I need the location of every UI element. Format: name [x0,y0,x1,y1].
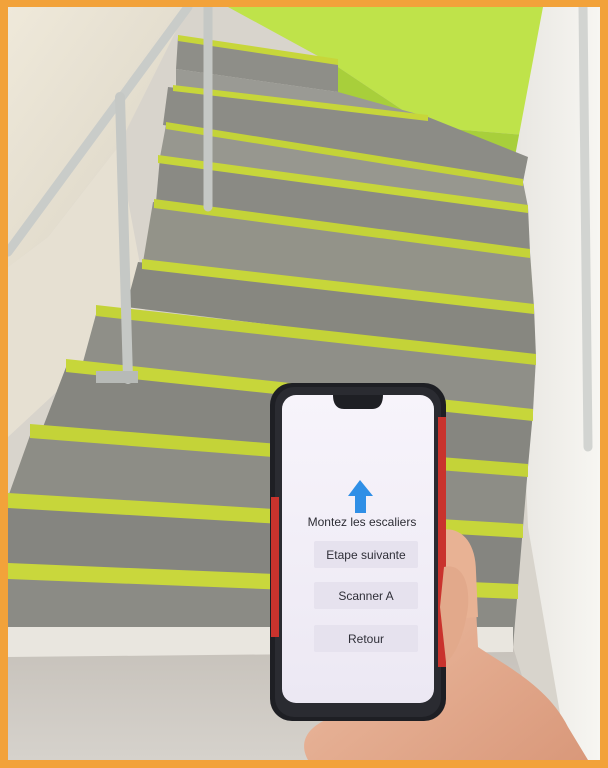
instruction-text: Montez les escaliers [307,515,417,529]
back-button[interactable]: Retour [314,625,418,652]
photo-frame: Montez les escaliers Etape suivante Scan… [0,0,608,768]
scan-a-button[interactable]: Scanner A [314,582,418,609]
next-step-button[interactable]: Etape suivante [314,541,418,568]
phone-notch [333,395,383,409]
stairwell-photo [8,7,600,760]
